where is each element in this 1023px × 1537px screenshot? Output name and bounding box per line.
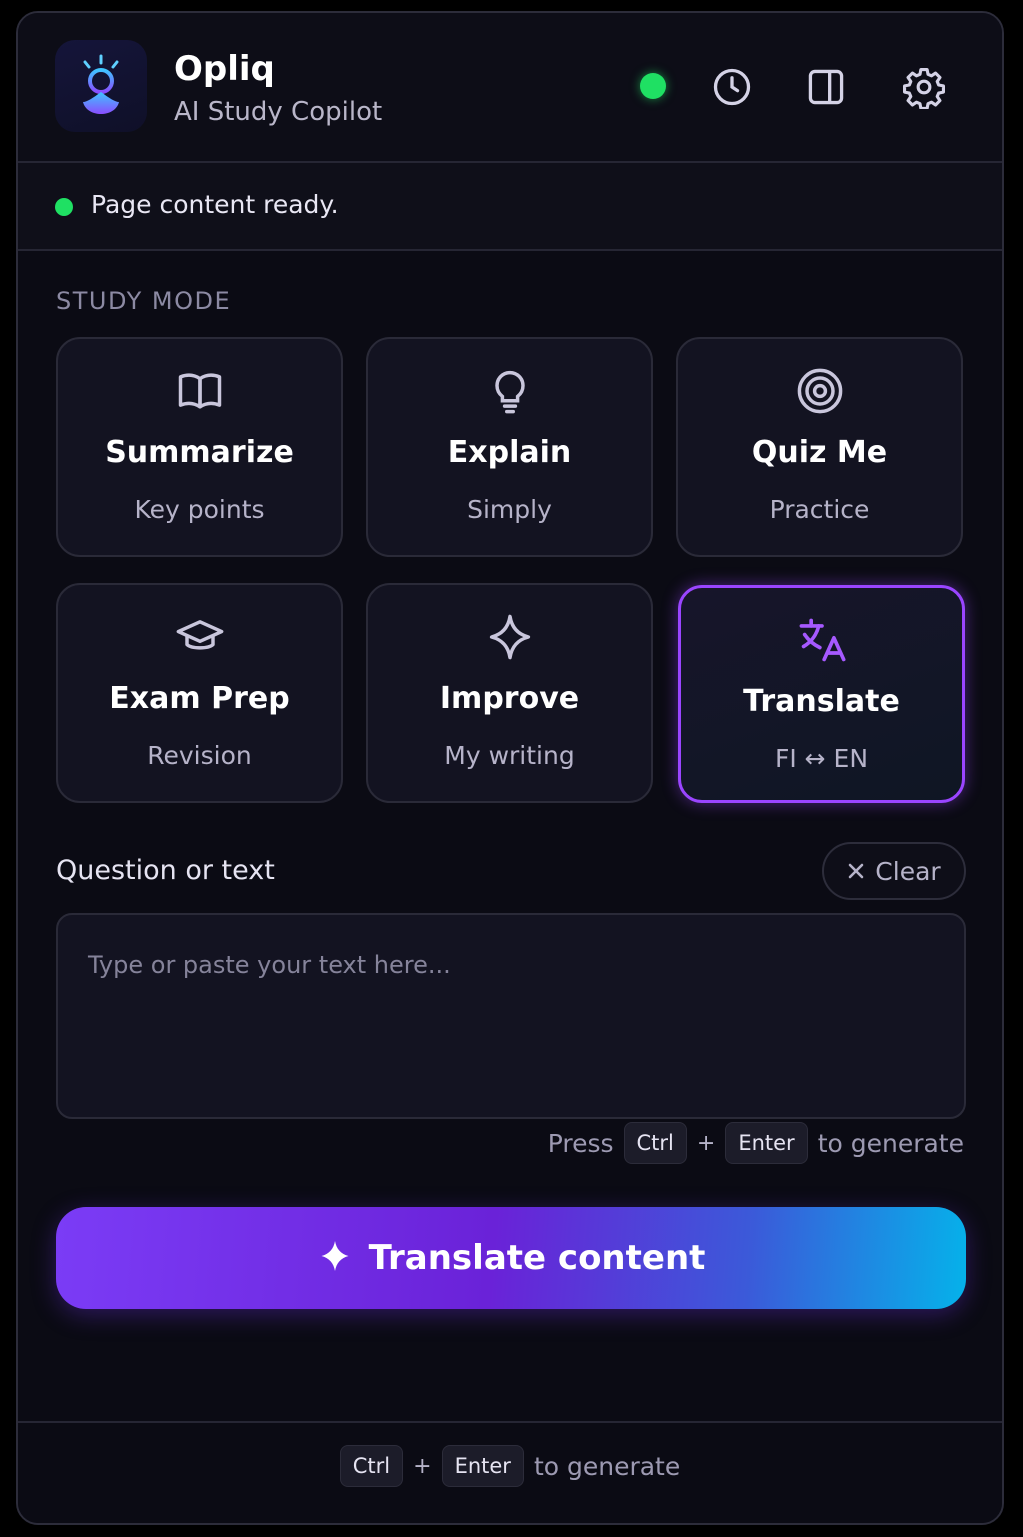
hint-plus: +	[413, 1453, 432, 1479]
hint-prefix: Press	[547, 1128, 614, 1158]
mode-subtitle: Practice	[769, 495, 870, 524]
mode-card-summarize[interactable]: Summarize Key points	[56, 337, 343, 557]
app-title: Opliq	[174, 49, 275, 89]
sidebar-panel-icon[interactable]	[804, 65, 848, 109]
mode-card-explain[interactable]: Explain Simply	[366, 337, 653, 557]
question-text-input[interactable]	[56, 913, 966, 1119]
kbd-enter: Enter	[441, 1445, 524, 1487]
hint-suffix: to generate	[817, 1128, 964, 1158]
mode-card-quiz-me[interactable]: Quiz Me Practice	[676, 337, 963, 557]
clear-button-label: Clear	[875, 856, 941, 886]
status-bar: Page content ready.	[18, 163, 1002, 251]
footer: Ctrl + Enter to generate	[18, 1421, 1002, 1523]
section-label-study-mode: STUDY MODE	[56, 287, 232, 315]
translate-icon	[681, 614, 962, 666]
mode-title: Summarize	[105, 435, 294, 470]
mode-card-improve[interactable]: Improve My writing	[366, 583, 653, 803]
close-icon	[847, 857, 865, 886]
copilot-panel: Opliq AI Study Copilot Page content read…	[16, 11, 1004, 1525]
hint-suffix: to generate	[533, 1451, 681, 1481]
sparkle-icon	[317, 1238, 353, 1278]
mode-subtitle: Simply	[467, 495, 552, 524]
sparkle-icon	[368, 611, 651, 663]
mode-subtitle: FI ↔ EN	[774, 744, 869, 773]
mode-subtitle: Revision	[147, 741, 252, 770]
mode-title: Translate	[743, 684, 900, 719]
history-icon[interactable]	[710, 65, 754, 109]
mode-card-exam-prep[interactable]: Exam Prep Revision	[56, 583, 343, 803]
mode-subtitle: Key points	[134, 495, 265, 524]
status-dot	[55, 198, 73, 216]
mode-title: Explain	[447, 435, 572, 470]
keyboard-hint: Press Ctrl + Enter to generate	[548, 1122, 964, 1164]
translate-content-label: Translate content	[368, 1238, 706, 1278]
kbd-ctrl: Ctrl	[623, 1122, 687, 1164]
app-subtitle: AI Study Copilot	[174, 97, 383, 127]
connection-status-indicator	[640, 73, 666, 99]
mode-card-translate[interactable]: Translate FI ↔ EN	[678, 585, 965, 803]
clear-button[interactable]: Clear	[822, 842, 966, 900]
settings-gear-icon[interactable]	[902, 65, 946, 111]
hint-plus: +	[696, 1130, 716, 1156]
book-open-icon	[58, 365, 341, 417]
graduation-cap-icon	[58, 611, 341, 663]
footer-shortcut-hint: Ctrl + Enter to generate	[18, 1445, 1002, 1487]
lightbulb-icon	[368, 365, 651, 417]
target-icon	[678, 365, 961, 417]
mode-title: Quiz Me	[751, 435, 888, 470]
mode-title: Exam Prep	[109, 681, 290, 716]
kbd-ctrl: Ctrl	[339, 1445, 404, 1487]
mode-title: Improve	[439, 681, 580, 716]
status-text: Page content ready.	[91, 190, 339, 219]
input-label: Question or text	[56, 855, 275, 886]
mode-subtitle: My writing	[444, 741, 575, 770]
kbd-enter: Enter	[725, 1122, 808, 1164]
logo-icon	[55, 40, 147, 132]
translate-content-button[interactable]: Translate content	[56, 1207, 966, 1309]
header: Opliq AI Study Copilot	[18, 13, 1002, 163]
